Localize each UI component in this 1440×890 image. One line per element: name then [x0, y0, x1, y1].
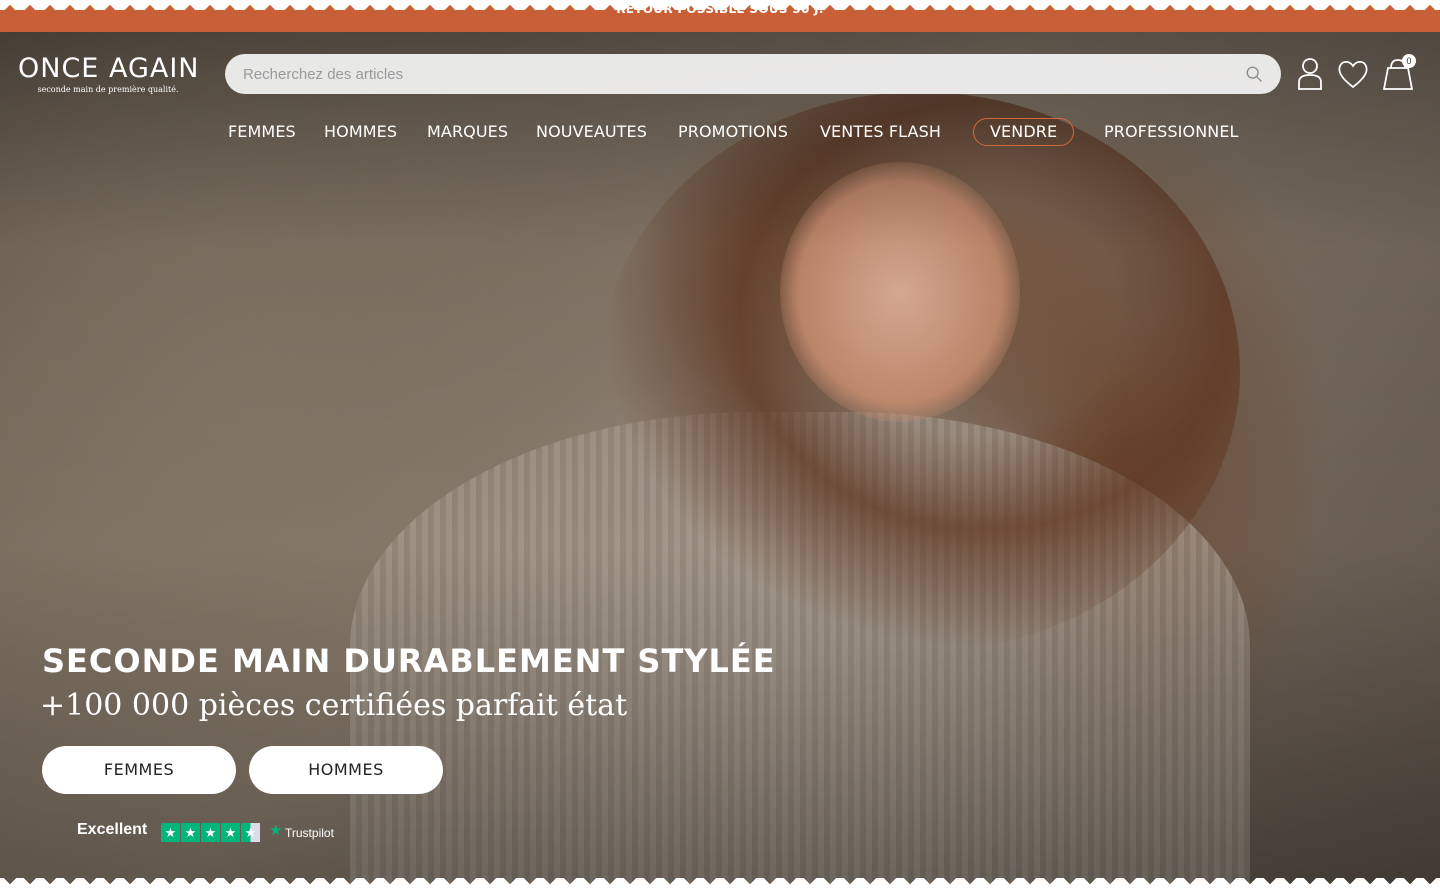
search-icon[interactable]: [1245, 65, 1263, 83]
nav-item-promotions[interactable]: PROMOTIONS: [678, 118, 788, 146]
search-bar: [225, 54, 1281, 94]
nav-item-vendre[interactable]: VENDRE: [973, 118, 1075, 146]
star-icon: ★: [201, 823, 220, 842]
hero-headline: SECONDE MAIN DURABLEMENT STYLÉE: [42, 642, 776, 680]
brand-logo[interactable]: ONCE AGAIN seconde main de première qual…: [18, 53, 210, 95]
trustpilot-rating-label: Excellent: [77, 821, 148, 838]
shop-men-button[interactable]: HOMMES: [249, 746, 443, 794]
nav-item-femmes[interactable]: FEMMES: [228, 118, 296, 146]
nav-item-hommes[interactable]: HOMMES: [324, 118, 397, 146]
trustpilot-logo-icon: ★: [269, 822, 283, 839]
star-icon: ★: [161, 823, 180, 842]
star-icon: ★: [221, 823, 240, 842]
bottom-zigzag-edge: [0, 878, 1440, 890]
trustpilot-brand: Trustpilot: [285, 826, 334, 840]
nav-item-nouveautes[interactable]: NOUVEAUTES: [536, 118, 647, 146]
heart-icon[interactable]: [1336, 56, 1370, 92]
cart-count-badge: 0: [1402, 54, 1416, 68]
nav-item-ventes-flash[interactable]: VENTES FLASH: [820, 118, 941, 146]
search-input[interactable]: [243, 54, 1223, 94]
hero-subline: +100 000 pièces certifiées parfait état: [40, 688, 628, 723]
shop-women-button[interactable]: FEMMES: [42, 746, 236, 794]
star-icon: ★: [181, 823, 200, 842]
nav-item-marques[interactable]: MARQUES: [427, 118, 508, 146]
promo-banner: RETOUR POSSIBLE SOUS 30 J.: [0, 0, 1440, 32]
cart-button[interactable]: 0: [1382, 54, 1416, 92]
trustpilot-stars: ★ ★ ★ ★ ★: [161, 823, 261, 842]
brand-tagline: seconde main de première qualité.: [37, 85, 179, 94]
half-star-icon: ★: [241, 823, 260, 842]
brand-name: ONCE AGAIN: [18, 53, 200, 84]
promo-text: RETOUR POSSIBLE SOUS 30 J.: [616, 2, 824, 16]
user-icon[interactable]: [1294, 56, 1326, 92]
nav-item-professionnel[interactable]: PROFESSIONNEL: [1104, 118, 1239, 146]
